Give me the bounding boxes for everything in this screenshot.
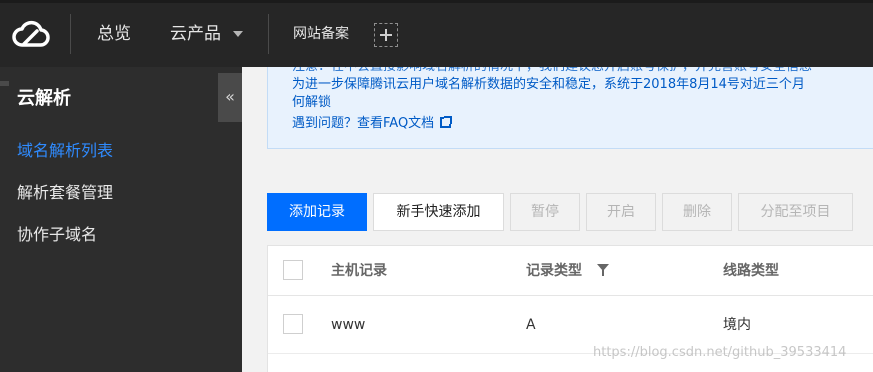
sidebar-item-domain-list[interactable]: 域名解析列表	[17, 140, 113, 162]
nav-overview[interactable]: 总览	[97, 22, 131, 46]
pause-button[interactable]: 暂停	[510, 193, 580, 231]
filter-icon[interactable]	[597, 264, 609, 276]
select-all-checkbox[interactable]	[283, 260, 303, 280]
sidebar: 云解析 域名解析列表 解析套餐管理 协作子域名 «	[0, 67, 242, 372]
faq-link[interactable]: 遇到问题？查看FAQ文档	[292, 115, 453, 133]
sidebar-marker	[0, 81, 9, 86]
nav-icp[interactable]: 网站备案	[293, 24, 349, 44]
assign-project-button[interactable]: 分配至项目	[738, 193, 853, 231]
chevron-down-icon[interactable]	[233, 31, 243, 37]
notice-text-cut: 注意：在不会直接影响域名解析的情况下，我们建议您开启账号保护，并完善账号安全信息	[292, 67, 812, 76]
enable-button[interactable]: 开启	[586, 193, 656, 231]
add-record-button[interactable]: 添加记录	[267, 193, 367, 231]
sidebar-item-subdomains[interactable]: 协作子域名	[17, 224, 97, 246]
sidebar-item-packages[interactable]: 解析套餐管理	[17, 182, 113, 204]
watermark: https://blog.csdn.net/github_39533414	[593, 345, 847, 360]
faq-link-label[interactable]: 遇到问题？查看FAQ文档	[292, 116, 434, 131]
external-link-icon[interactable]	[440, 116, 453, 128]
cell-host: www	[331, 317, 366, 333]
column-line: 线路类型	[723, 263, 779, 279]
column-host: 主机记录	[331, 263, 387, 279]
cell-type: A	[526, 317, 536, 333]
cell-line: 境内	[723, 317, 751, 333]
notice-text: 为进一步保障腾讯云用户域名解析数据的安全和稳定，系统于2018年8月14号对近三…	[292, 77, 805, 92]
collapse-sidebar-icon[interactable]: «	[218, 73, 242, 122]
cloud-logo-icon[interactable]	[10, 18, 52, 50]
sidebar-title: 云解析	[17, 88, 71, 109]
row-checkbox[interactable]	[283, 314, 303, 334]
nav-divider	[268, 14, 269, 54]
top-navbar: 总览 云产品 网站备案	[0, 0, 873, 67]
column-type: 记录类型	[526, 263, 582, 279]
delete-button[interactable]: 删除	[662, 193, 732, 231]
notice-banner: 注意：在不会直接影响域名解析的情况下，我们建议您开启账号保护，并完善账号安全信息…	[267, 67, 873, 149]
quick-add-button[interactable]: 新手快速添加	[373, 193, 504, 231]
nav-products[interactable]: 云产品	[170, 22, 221, 46]
notice-unlock-link[interactable]: 何解锁	[292, 94, 331, 112]
topbar-edge	[0, 0, 873, 3]
main-content: 注意：在不会直接影响域名解析的情况下，我们建议您开启账号保护，并完善账号安全信息…	[242, 67, 873, 372]
add-icon[interactable]	[374, 23, 398, 47]
table-header: 主机记录 记录类型 线路类型	[268, 246, 873, 296]
nav-divider	[70, 14, 71, 54]
